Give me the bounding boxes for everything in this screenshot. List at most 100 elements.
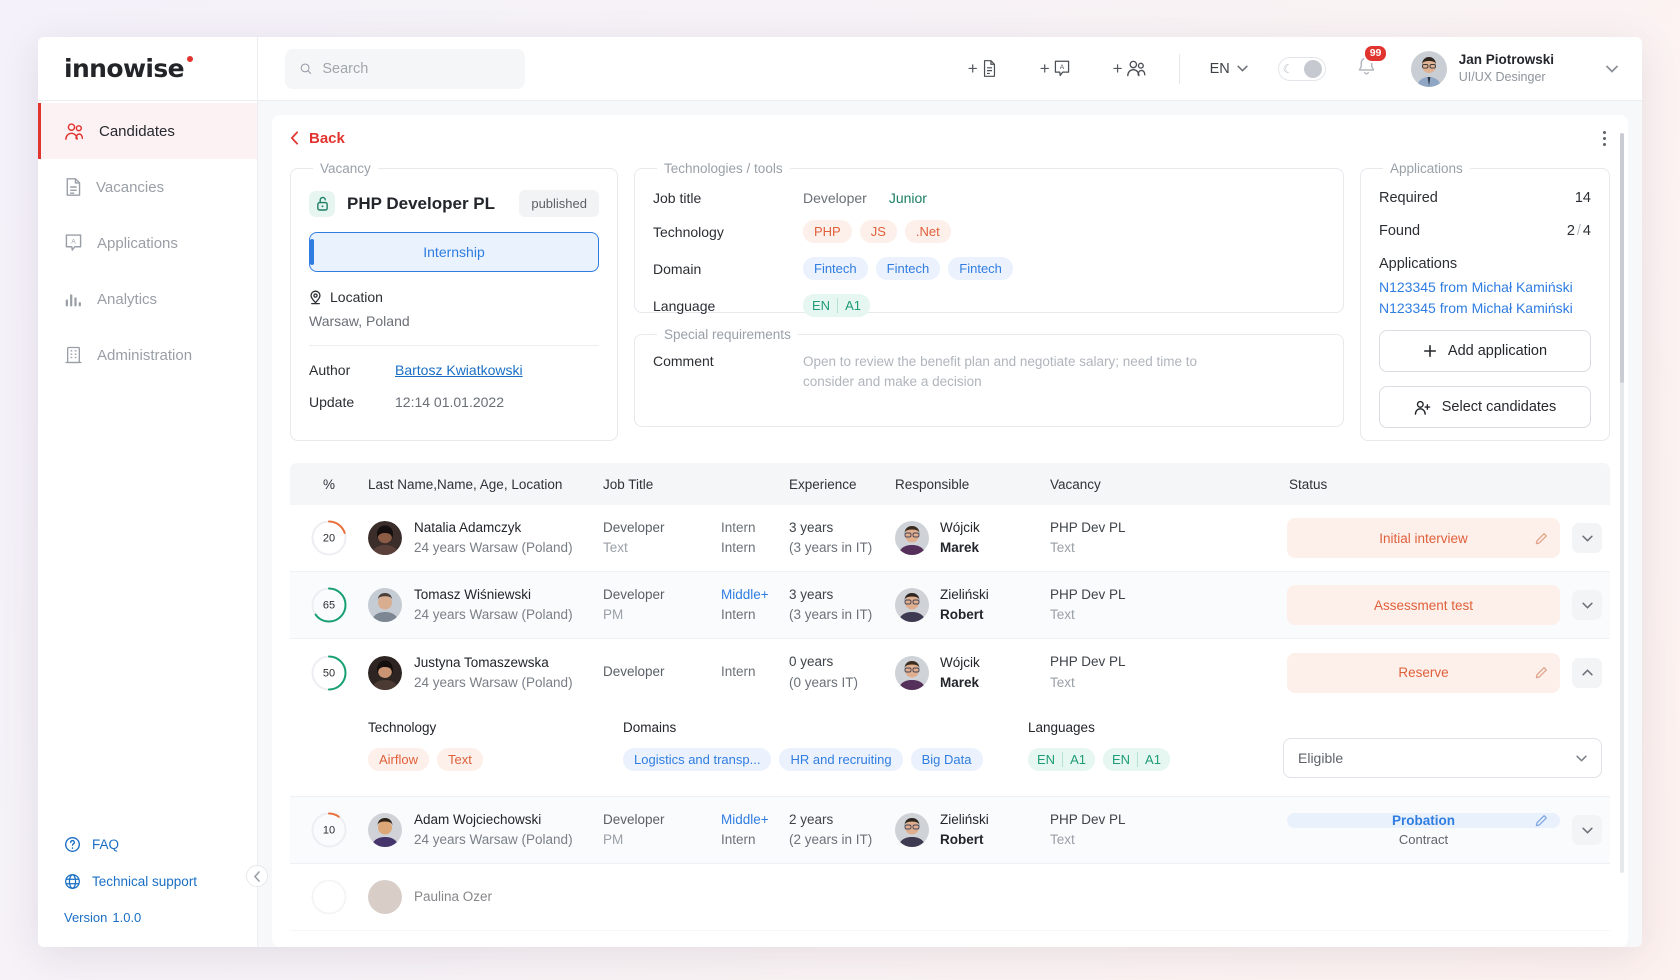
- tech-tag[interactable]: JS: [859, 220, 897, 243]
- status-label: Probation: [1392, 813, 1455, 828]
- search-box[interactable]: [285, 48, 525, 89]
- author-label: Author: [309, 362, 351, 378]
- tech-tag[interactable]: Airflow: [368, 748, 430, 771]
- add-application-button[interactable]: Add application: [1379, 330, 1591, 372]
- expand-row-button[interactable]: [1572, 523, 1602, 553]
- globe-icon: [65, 874, 80, 889]
- edit-icon[interactable]: [1535, 666, 1548, 679]
- domain-tag[interactable]: Big Data: [910, 748, 983, 771]
- candidate-meta: 24 years Warsaw (Poland): [414, 674, 573, 690]
- experience-cell: 0 years (0 years IT): [789, 652, 895, 693]
- status-badge: published: [519, 190, 599, 217]
- edit-icon[interactable]: [1535, 532, 1548, 545]
- chevron-left-icon: [291, 131, 298, 145]
- status-badge[interactable]: Assessment test: [1287, 585, 1560, 625]
- language-tag[interactable]: EN A1: [803, 294, 870, 317]
- vacancy-title-row: PHP Developer PL published: [309, 190, 599, 217]
- application-link[interactable]: N123345 from Michał Kamiński: [1379, 279, 1591, 295]
- status-cell: Reserve: [1287, 652, 1610, 693]
- avatar-image: [895, 813, 929, 847]
- brand-logo-text: innowise: [64, 54, 185, 83]
- candidate-meta: 24 years Warsaw (Poland): [414, 607, 573, 622]
- vacancy-type-button[interactable]: Internship: [309, 232, 599, 272]
- table-row[interactable]: 50 Justyna Tomaszewska 24 years Warsaw (…: [290, 639, 1610, 706]
- language-tag[interactable]: EN A1: [1102, 748, 1170, 771]
- eligibility-value: Eligible: [1298, 750, 1344, 766]
- vertical-scrollbar[interactable]: [1620, 133, 1624, 873]
- add-document-button[interactable]: +: [968, 59, 998, 79]
- sidebar-collapse-button[interactable]: [246, 865, 268, 887]
- moon-icon: ☾: [1282, 61, 1294, 76]
- expand-row-button[interactable]: [1572, 815, 1602, 845]
- collapse-row-button[interactable]: [1572, 657, 1602, 688]
- domain-tag[interactable]: Fintech: [875, 257, 941, 280]
- more-options-button[interactable]: [1603, 130, 1606, 146]
- status-label: Initial interview: [1379, 530, 1468, 546]
- header-divider: [1178, 53, 1180, 84]
- avatar-image: [368, 880, 402, 914]
- notifications-button[interactable]: 99: [1356, 43, 1389, 83]
- add-candidate-button[interactable]: +: [1113, 59, 1147, 79]
- responsible-lastname: Wójcik: [940, 520, 980, 536]
- language-selector[interactable]: EN: [1210, 61, 1248, 77]
- technical-support-link[interactable]: Technical support: [64, 873, 257, 890]
- language-row: Language EN A1: [653, 294, 1325, 317]
- sidebar-item-analytics[interactable]: Analytics: [38, 271, 257, 327]
- document-icon: [983, 60, 995, 77]
- vacancy-card: Vacancy PHP Developer PL published Inter…: [290, 161, 618, 441]
- application-link[interactable]: N123345 from Michał Kamiński: [1379, 300, 1591, 316]
- domain-tag[interactable]: Logistics and transp...: [623, 748, 772, 771]
- col-header-vacancy[interactable]: Vacancy: [1050, 477, 1287, 492]
- job-title-value: Developer: [803, 190, 867, 206]
- select-candidates-button[interactable]: Select candidates: [1379, 386, 1591, 428]
- edit-icon[interactable]: [1535, 814, 1548, 827]
- tech-tag[interactable]: .Net: [904, 220, 951, 243]
- table-row[interactable]: Paulina Ozer: [290, 864, 1610, 931]
- candidate-names: Adam Wojciechowski 24 years Warsaw (Pola…: [414, 810, 573, 849]
- col-header-responsible[interactable]: Responsible: [895, 477, 1050, 492]
- domain-tag[interactable]: HR and recruiting: [779, 748, 903, 771]
- responsible-lastname: Zieliński: [940, 587, 989, 603]
- status-badge[interactable]: Initial interview: [1287, 518, 1560, 558]
- sidebar-item-vacancies[interactable]: Vacancies: [38, 159, 257, 215]
- job-title-secondary: PM: [603, 832, 624, 847]
- responsible-lastname: Wójcik: [940, 654, 980, 670]
- table-row[interactable]: 10 Adam Wojciechowski 24 years Warsaw (P…: [290, 797, 1610, 864]
- language-level: A1: [1137, 752, 1161, 767]
- expanded-domains: Domains Logistics and transp... HR and r…: [623, 720, 1028, 778]
- table-row[interactable]: 65 Tomasz Wiśniewski 24 years Warsaw (Po…: [290, 572, 1610, 639]
- add-application-button[interactable]: + A: [1040, 59, 1071, 79]
- user-menu[interactable]: Jan Piotrowski UI/UX Desinger: [1410, 50, 1618, 87]
- match-percent: 10: [290, 812, 368, 848]
- col-header-status[interactable]: Status: [1287, 477, 1610, 492]
- sidebar-item-applications[interactable]: A Applications: [38, 215, 257, 271]
- sidebar-item-administration[interactable]: Administration: [38, 327, 257, 383]
- author-link[interactable]: Bartosz Kwiatkowski: [395, 362, 523, 378]
- status-badge[interactable]: Reserve: [1287, 652, 1560, 693]
- col-header-experience[interactable]: Experience: [789, 477, 895, 492]
- faq-link[interactable]: FAQ: [64, 836, 257, 853]
- expand-row-button[interactable]: [1572, 590, 1602, 620]
- col-header-percent[interactable]: %: [290, 477, 368, 492]
- theme-toggle[interactable]: ☾: [1277, 56, 1326, 81]
- tech-tag[interactable]: PHP: [803, 220, 852, 243]
- candidate-names: Justyna Tomaszewska 24 years Warsaw (Pol…: [414, 653, 573, 692]
- candidate-person: Adam Wojciechowski 24 years Warsaw (Pola…: [368, 810, 603, 849]
- sidebar-item-candidates[interactable]: Candidates: [38, 103, 257, 159]
- eligibility-select[interactable]: Eligible: [1283, 738, 1602, 778]
- col-header-name[interactable]: Last Name,Name, Age, Location: [368, 477, 603, 492]
- special-legend: Special requirements: [664, 327, 791, 342]
- col-header-job-title[interactable]: Job Title: [603, 477, 721, 492]
- domain-tag[interactable]: Fintech: [803, 257, 868, 280]
- table-row[interactable]: 20 Natalia Adamczyk 24 years Warsaw (Pol…: [290, 505, 1610, 572]
- avatar-image: [368, 813, 402, 847]
- back-button[interactable]: Back: [290, 130, 345, 147]
- sidebar-footer: FAQ Technical support Version 1.0.0: [38, 836, 257, 947]
- search-input[interactable]: [322, 60, 511, 77]
- domain-tag[interactable]: Fintech: [948, 257, 1013, 280]
- tech-tag[interactable]: Text: [437, 748, 483, 771]
- logo-area[interactable]: innowise: [38, 37, 258, 101]
- language-tag[interactable]: EN A1: [1028, 748, 1095, 771]
- status-badge[interactable]: Probation: [1287, 813, 1560, 828]
- scrollbar-thumb[interactable]: [1620, 133, 1624, 383]
